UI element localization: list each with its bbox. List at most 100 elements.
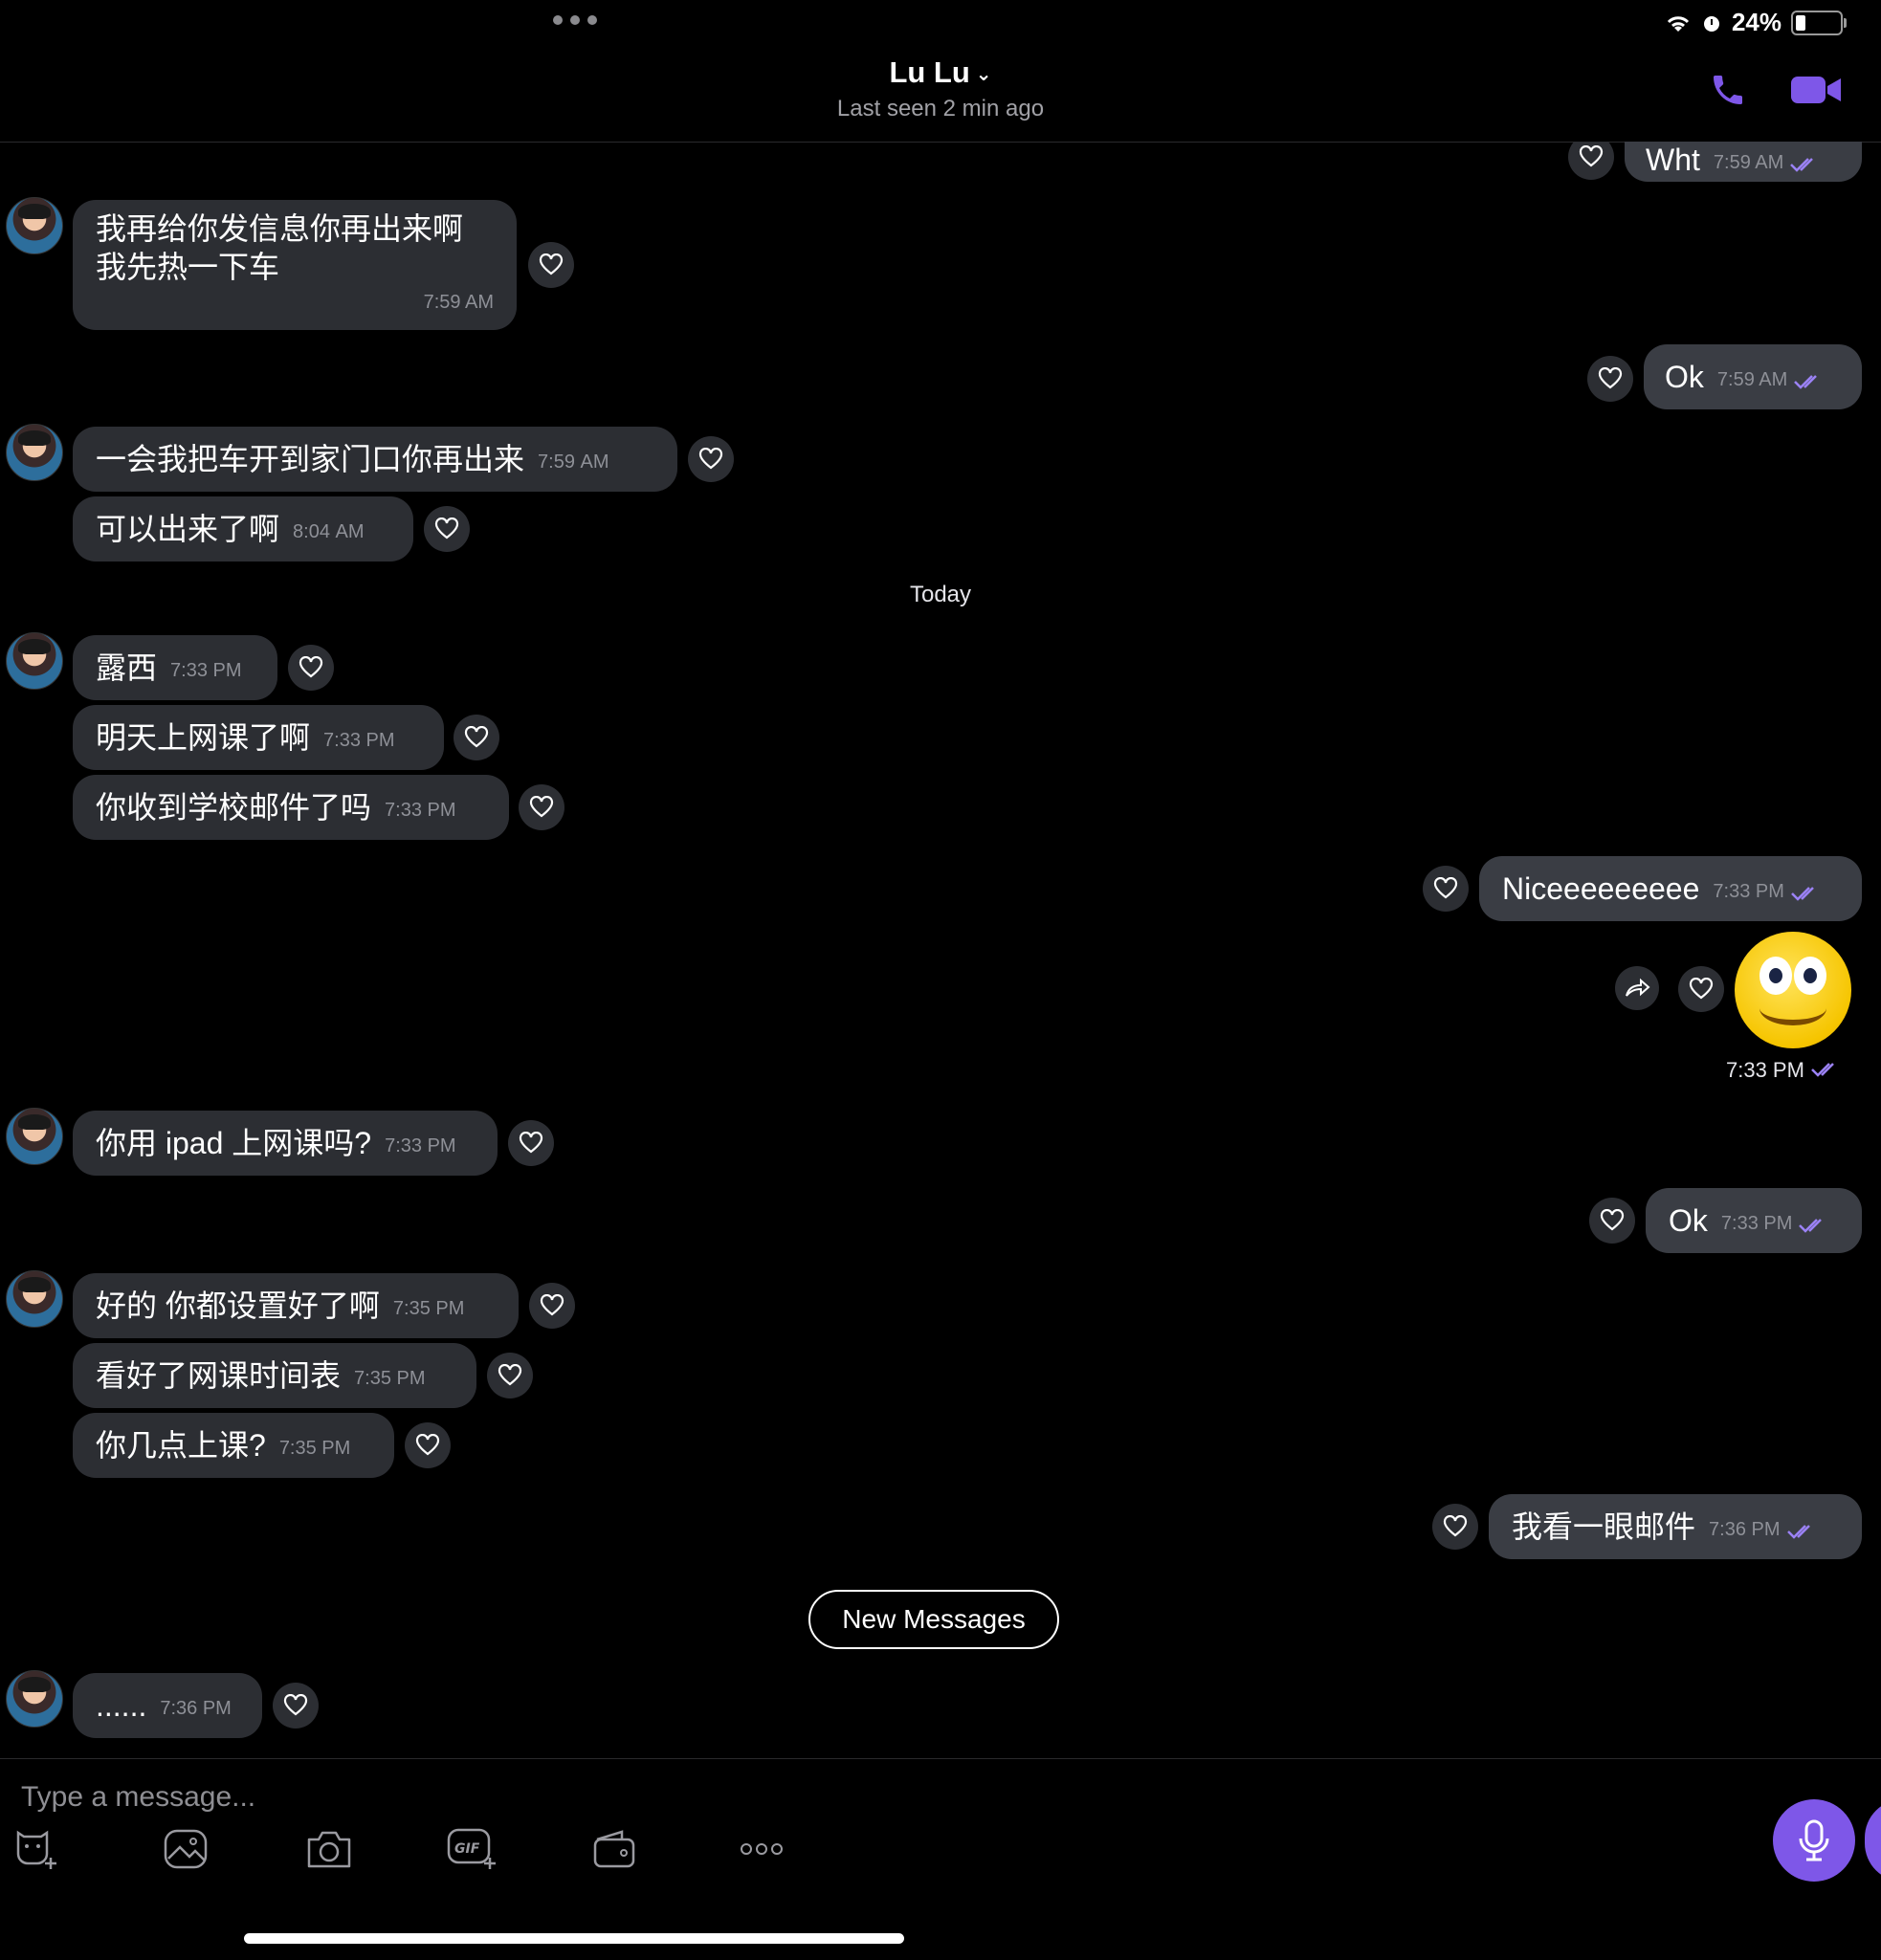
message-time: 7:59 AM xyxy=(1713,151,1784,173)
heart-icon[interactable] xyxy=(1589,1198,1635,1244)
message-bubble-outgoing[interactable]: Ok 7:33 PM xyxy=(1646,1188,1862,1253)
new-messages-button[interactable]: New Messages xyxy=(808,1590,1059,1649)
message-time: 7:33 PM xyxy=(385,1134,456,1156)
message-time: 7:33 PM xyxy=(385,799,456,821)
alarm-icon xyxy=(1703,15,1719,32)
message-bubble-incoming[interactable]: 看好了网课时间表 7:35 PM xyxy=(73,1343,476,1408)
message-text: 明天上网课了啊 xyxy=(96,720,311,755)
message-time: 7:59 AM xyxy=(538,451,609,473)
wifi-icon xyxy=(1667,15,1690,32)
heart-icon[interactable] xyxy=(1432,1504,1478,1550)
svg-text:GIF: GIF xyxy=(454,1841,480,1857)
message-bubble-outgoing[interactable]: Wht 7:59 AM xyxy=(1625,142,1862,182)
message-bubble-outgoing[interactable]: 我看一眼邮件 7:36 PM xyxy=(1489,1494,1862,1559)
heart-icon[interactable] xyxy=(288,645,334,691)
avatar[interactable] xyxy=(6,1108,63,1165)
heart-icon[interactable] xyxy=(688,436,734,482)
message-text: 可以出来了啊 xyxy=(96,512,280,546)
sticker-add-icon[interactable] xyxy=(11,1824,61,1874)
message-bubble-incoming[interactable]: 你几点上课? 7:35 PM xyxy=(73,1413,394,1478)
heart-icon[interactable] xyxy=(454,715,499,760)
heart-icon[interactable] xyxy=(1587,356,1633,402)
more-icon[interactable] xyxy=(737,1824,786,1874)
message-bubble-incoming[interactable]: 你收到学校邮件了吗 7:33 PM xyxy=(73,775,509,840)
heart-icon[interactable] xyxy=(273,1683,319,1729)
forward-icon[interactable] xyxy=(1615,966,1659,1010)
avatar[interactable] xyxy=(6,1270,63,1328)
avatar[interactable] xyxy=(6,1670,63,1728)
message-text: Ok xyxy=(1669,1203,1708,1238)
message-text: 一会我把车开到家门口你再出来 xyxy=(96,442,525,476)
last-seen-status: Last seen 2 min ago xyxy=(836,96,1045,121)
avatar[interactable] xyxy=(6,197,63,254)
heart-icon[interactable] xyxy=(1568,142,1614,180)
double-check-icon xyxy=(1793,361,1824,399)
message-bubble-outgoing[interactable]: Ok 7:59 AM xyxy=(1644,344,1862,409)
heart-icon[interactable] xyxy=(424,506,470,552)
message-bubble-incoming[interactable]: 我再给你发信息你再出来啊 我先热一下车 7:59 AM xyxy=(73,200,517,330)
message-time: 7:36 PM xyxy=(160,1697,232,1719)
heart-icon[interactable] xyxy=(508,1120,554,1166)
home-indicator[interactable] xyxy=(244,1933,904,1944)
message-input[interactable] xyxy=(19,1780,1458,1815)
message-text: 看好了网课时间表 xyxy=(96,1358,342,1393)
message-time: 7:35 PM xyxy=(354,1367,426,1389)
avatar[interactable] xyxy=(6,632,63,690)
smiley-sticker[interactable] xyxy=(1735,932,1851,1048)
message-text: Ok xyxy=(1665,360,1704,394)
heart-icon[interactable] xyxy=(528,242,574,288)
double-check-icon xyxy=(1810,1059,1841,1084)
heart-icon[interactable] xyxy=(405,1422,451,1468)
contact-name[interactable]: Lu Lu ⌄ xyxy=(0,55,1881,90)
message-time: 7:59 AM xyxy=(423,291,494,313)
message-bubble-incoming[interactable]: 一会我把车开到家门口你再出来 7:59 AM xyxy=(73,427,677,492)
message-text: ...... xyxy=(96,1688,147,1723)
message-text: 你收到学校邮件了吗 xyxy=(96,790,372,825)
battery-icon xyxy=(1791,10,1847,35)
message-time: 7:36 PM xyxy=(1709,1518,1781,1540)
message-time: 7:59 AM xyxy=(1716,368,1788,390)
message-bubble-incoming[interactable]: 明天上网课了啊 7:33 PM xyxy=(73,705,444,770)
message-bubble-incoming[interactable]: 可以出来了啊 8:04 AM xyxy=(73,496,413,562)
heart-icon[interactable] xyxy=(529,1283,575,1329)
chevron-down-icon[interactable]: ⌄ xyxy=(976,62,992,86)
message-bubble-incoming[interactable]: ...... 7:36 PM xyxy=(73,1673,262,1738)
camera-icon[interactable] xyxy=(304,1824,354,1874)
microphone-icon[interactable] xyxy=(1773,1799,1855,1882)
multitask-dots[interactable] xyxy=(553,15,597,25)
message-time: 7:35 PM xyxy=(278,1437,351,1459)
double-check-icon xyxy=(1786,1510,1817,1549)
heart-icon[interactable] xyxy=(519,784,564,830)
message-time: 7:35 PM xyxy=(392,1297,465,1319)
video-camera-icon[interactable] xyxy=(1789,71,1843,114)
gallery-icon[interactable] xyxy=(161,1824,210,1874)
date-separator: Today xyxy=(909,582,972,607)
double-check-icon xyxy=(1789,142,1820,209)
heart-icon[interactable] xyxy=(1678,966,1724,1012)
message-bubble-incoming[interactable]: 你用 ipad 上网课吗? 7:33 PM xyxy=(73,1111,498,1176)
message-text: Wht xyxy=(1646,143,1700,177)
wallet-icon[interactable] xyxy=(589,1824,639,1874)
message-text: Niceeeeeeeee xyxy=(1502,871,1700,906)
heart-icon[interactable] xyxy=(487,1353,533,1398)
message-time: 8:04 AM xyxy=(293,520,365,542)
message-text: 你几点上课? xyxy=(96,1428,266,1463)
battery-percent: 24% xyxy=(1731,8,1781,36)
message-text: 露西 xyxy=(96,650,158,685)
message-list[interactable]: Wht 7:59 AM 我再给你发信息你再出来啊 我先热一下车 7:59 AM O… xyxy=(0,142,1881,1758)
gif-icon[interactable]: GIF xyxy=(446,1824,499,1874)
message-text: 我再给你发信息你再出来啊 xyxy=(96,211,464,246)
status-indicators: 24% xyxy=(1665,8,1847,37)
heart-icon[interactable] xyxy=(1423,866,1469,912)
message-bubble-incoming[interactable]: 露西 7:33 PM xyxy=(73,635,277,700)
double-check-icon xyxy=(1790,872,1821,911)
phone-icon[interactable] xyxy=(1709,71,1747,114)
avatar[interactable] xyxy=(6,424,63,481)
message-text: 我先热一下车 xyxy=(96,250,280,284)
message-bubble-outgoing[interactable]: Niceeeeeeeee 7:33 PM xyxy=(1479,856,1862,921)
message-text: 好的 你都设置好了啊 xyxy=(96,1288,380,1323)
sticker-time: 7:33 PM xyxy=(1726,1058,1841,1084)
double-check-icon xyxy=(1798,1204,1828,1243)
message-bubble-incoming[interactable]: 好的 你都设置好了啊 7:35 PM xyxy=(73,1273,519,1338)
send-option-edge[interactable] xyxy=(1865,1799,1881,1882)
